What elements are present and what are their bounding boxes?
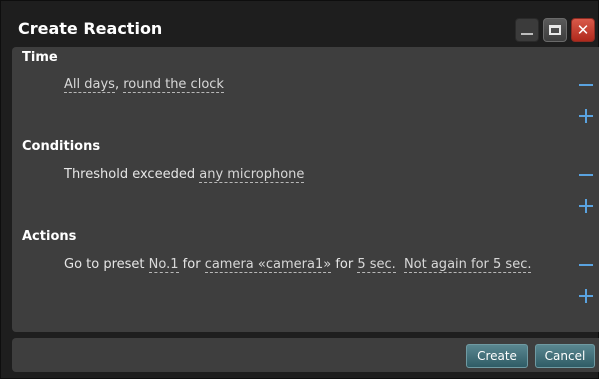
- create-button[interactable]: Create: [466, 344, 528, 368]
- action-for-label: for: [182, 257, 201, 272]
- action-camera-link[interactable]: camera «camera1»: [204, 257, 332, 273]
- close-icon: ✕: [576, 20, 590, 39]
- action-add-button[interactable]: [579, 289, 593, 303]
- time-row: All days, round the clock: [64, 77, 224, 93]
- condition-prefix: Threshold exceeded: [64, 167, 196, 182]
- dialog-title: Create Reaction: [18, 19, 163, 38]
- action-repeat-link[interactable]: Not again for 5 sec.: [403, 257, 532, 273]
- maximize-icon: [549, 25, 561, 35]
- action-for-label-2: for: [335, 257, 354, 272]
- action-preset-link[interactable]: No.1: [148, 257, 179, 273]
- action-prefix: Go to preset: [64, 257, 145, 272]
- time-section-title: Time: [22, 50, 58, 65]
- plus-icon-vertical: [585, 289, 587, 303]
- condition-add-button[interactable]: [579, 199, 593, 213]
- time-days-link[interactable]: All days: [64, 77, 115, 93]
- time-hours-link[interactable]: round the clock: [123, 77, 224, 93]
- create-reaction-dialog: Create Reaction ✕ Time All days, round t…: [0, 0, 599, 379]
- minimize-button[interactable]: [515, 18, 539, 42]
- title-bar[interactable]: Create Reaction ✕: [1, 1, 598, 45]
- minus-icon: [579, 174, 593, 176]
- cancel-button[interactable]: Cancel: [535, 344, 595, 368]
- maximize-button[interactable]: [543, 18, 567, 42]
- close-button[interactable]: ✕: [571, 18, 595, 42]
- reaction-panel: Time All days, round the clock Condition…: [12, 47, 599, 332]
- time-remove-button[interactable]: [579, 78, 593, 92]
- action-duration-link[interactable]: 5 sec.: [357, 257, 396, 273]
- time-add-button[interactable]: [579, 109, 593, 123]
- conditions-section-title: Conditions: [22, 139, 101, 154]
- condition-row: Threshold exceeded any microphone: [64, 167, 305, 183]
- condition-target-link[interactable]: any microphone: [199, 167, 305, 183]
- minus-icon: [579, 264, 593, 266]
- action-row: Go to preset No.1 for camera «camera1» f…: [64, 257, 532, 273]
- actions-section-title: Actions: [22, 229, 77, 244]
- minimize-icon: [521, 33, 533, 35]
- minus-icon: [579, 84, 593, 86]
- action-remove-button[interactable]: [579, 258, 593, 272]
- time-separator: ,: [114, 77, 120, 92]
- condition-remove-button[interactable]: [579, 168, 593, 182]
- plus-icon-vertical: [585, 199, 587, 213]
- plus-icon-vertical: [585, 109, 587, 123]
- dialog-footer: Create Cancel: [12, 338, 599, 372]
